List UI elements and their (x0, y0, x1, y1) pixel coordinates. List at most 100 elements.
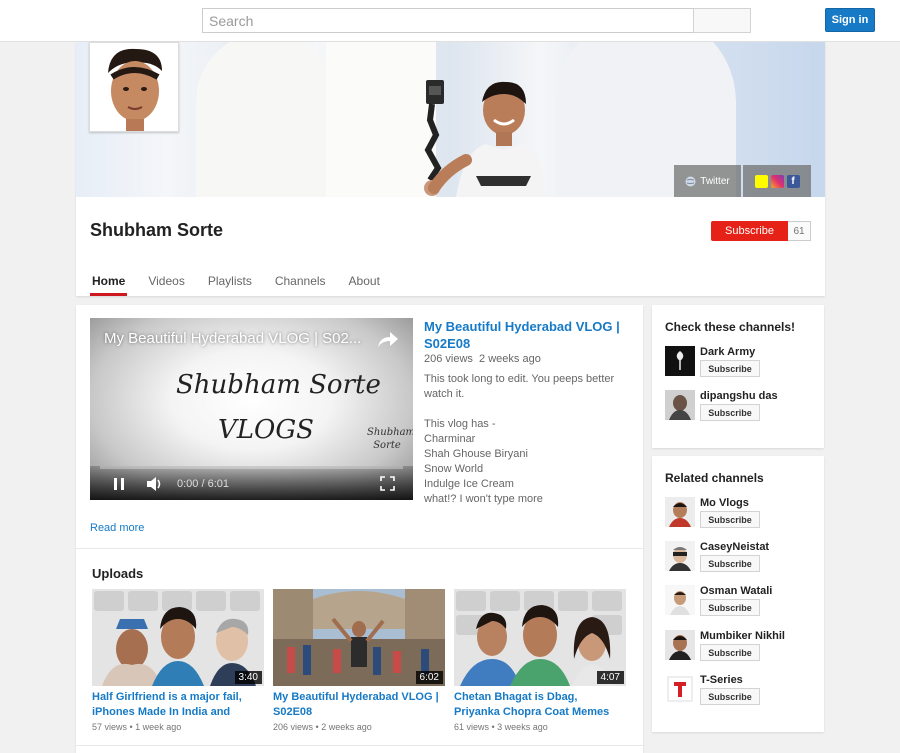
channel-item[interactable]: Dark Army Subscribe (665, 346, 815, 378)
tab-about[interactable]: About (347, 266, 382, 296)
related-channels-card: Related channels Mo Vlogs Subscribe Case… (652, 456, 824, 732)
upload-thumbnail[interactable]: 3:40 (92, 589, 264, 686)
related-channels-heading: Related channels (665, 471, 764, 485)
channel-name[interactable]: Mumbiker Nikhil (700, 630, 785, 642)
player-controls: 0:00 / 6:01 (90, 466, 413, 500)
fullscreen-icon[interactable] (380, 476, 395, 491)
upload-title[interactable]: Chetan Bhagat is Dbag, Priyanka Chopra C… (454, 690, 626, 720)
twitter-link[interactable]: Twitter (674, 165, 741, 197)
snapchat-icon[interactable] (754, 174, 768, 188)
channel-item[interactable]: CaseyNeistat Subscribe (665, 541, 815, 573)
social-links: Twitter f (674, 165, 811, 197)
player-time: 0:00 / 6:01 (177, 478, 229, 490)
featured-video-title[interactable]: My Beautiful Hyderabad VLOG | S02E08 (424, 318, 624, 352)
tab-playlists[interactable]: Playlists (206, 266, 254, 296)
upload-item[interactable]: 3:40 Half Girlfriend is a major fail, iP… (92, 589, 264, 732)
search-button[interactable] (693, 8, 751, 33)
channel-subscribe-button[interactable]: Subscribe (700, 555, 760, 572)
upload-title[interactable]: My Beautiful Hyderabad VLOG | S02E08 (273, 690, 445, 720)
upload-age: 3 weeks ago (497, 722, 548, 732)
banner-person-image (424, 80, 546, 197)
thumbnail-corner-text: Shubham Sorte (367, 427, 413, 451)
thumbnail-text-vlogs: VLOGS (218, 415, 314, 445)
upload-thumbnail[interactable]: 4:07 (454, 589, 626, 686)
video-player[interactable]: My Beautiful Hyderabad VLOG | S02... Shu… (90, 318, 413, 500)
volume-icon[interactable] (146, 476, 164, 492)
upload-meta: 61 views • 3 weeks ago (454, 722, 548, 732)
channel-item[interactable]: dipangshu das Subscribe (665, 390, 815, 422)
upload-meta: 57 views • 1 week ago (92, 722, 182, 732)
upload-age: 2 weeks ago (321, 722, 372, 732)
video-duration: 4:07 (596, 671, 624, 684)
sign-in-button[interactable]: Sign in (825, 8, 875, 32)
channel-thumbnail[interactable] (665, 541, 695, 571)
channel-name[interactable]: dipangshu das (700, 390, 778, 402)
channel-title: Shubham Sorte (90, 220, 224, 240)
upload-item[interactable]: 6:02 My Beautiful Hyderabad VLOG | S02E0… (273, 589, 445, 732)
channel-tabs: Home Videos Playlists Channels About (90, 266, 401, 296)
read-more-link[interactable]: Read more (90, 522, 144, 534)
channel-name[interactable]: CaseyNeistat (700, 541, 769, 553)
uploads-heading[interactable]: Uploads (92, 566, 143, 581)
channel-subscribe-button[interactable]: Subscribe (700, 511, 760, 528)
upload-views: 206 views (273, 722, 314, 732)
channel-thumbnail[interactable] (665, 390, 695, 420)
subscriber-count: 61 (788, 221, 811, 241)
upload-meta: 206 views • 2 weeks ago (273, 722, 372, 732)
upload-item[interactable]: 4:07 Chetan Bhagat is Dbag, Priyanka Cho… (454, 589, 626, 732)
featured-video-meta: 206 views 2 weeks ago (424, 353, 541, 365)
upload-title[interactable]: Half Girlfriend is a major fail, iPhones… (92, 690, 264, 720)
channel-subscribe-button[interactable]: Subscribe (700, 644, 760, 661)
player-title[interactable]: My Beautiful Hyderabad VLOG | S02... (104, 330, 361, 347)
section-divider (76, 548, 643, 549)
main-content: My Beautiful Hyderabad VLOG | S02... Shu… (76, 305, 643, 753)
channel-header: Twitter f Shubham Sorte Subscribe 61 Hom… (76, 42, 825, 296)
channel-item[interactable]: Mo Vlogs Subscribe (665, 497, 815, 529)
channel-banner: Twitter f (76, 42, 825, 197)
channel-subscribe-button[interactable]: Subscribe (700, 404, 760, 421)
channel-avatar[interactable] (89, 42, 179, 132)
featured-channels-heading: Check these channels! (665, 320, 796, 334)
social-icon-group: f (743, 165, 811, 197)
upload-views: 61 views (454, 722, 490, 732)
facebook-icon[interactable]: f (786, 174, 800, 188)
channel-name[interactable]: Mo Vlogs (700, 497, 749, 509)
upload-views: 57 views (92, 722, 128, 732)
masthead: Sign in (0, 0, 900, 42)
channel-thumbnail[interactable] (665, 497, 695, 527)
channel-thumbnail[interactable] (665, 674, 695, 704)
channel-thumbnail[interactable] (665, 346, 695, 376)
twitter-label: Twitter (700, 175, 730, 187)
upload-age: 1 week ago (135, 722, 182, 732)
channel-thumbnail[interactable] (665, 630, 695, 660)
channel-thumbnail[interactable] (665, 585, 695, 615)
video-duration: 6:02 (415, 671, 443, 684)
channel-item[interactable]: Osman Watali Subscribe (665, 585, 815, 617)
search-input[interactable] (202, 8, 693, 33)
share-icon[interactable] (377, 330, 399, 348)
featured-channels-card: Check these channels! Dark Army Subscrib… (652, 305, 824, 448)
channel-subscribe-button[interactable]: Subscribe (700, 599, 760, 616)
channel-name[interactable]: Osman Watali (700, 585, 772, 597)
globe-icon (685, 176, 696, 186)
featured-views: 206 views (424, 353, 473, 365)
progress-bar[interactable] (100, 466, 403, 469)
tab-videos[interactable]: Videos (146, 266, 186, 296)
upload-thumbnail[interactable]: 6:02 (273, 589, 445, 686)
featured-age: 2 weeks ago (479, 353, 541, 365)
channel-subscribe-button[interactable]: Subscribe (700, 360, 760, 377)
featured-video-description: This took long to edit. You peeps better… (424, 373, 615, 505)
video-duration: 3:40 (234, 671, 262, 684)
channel-name[interactable]: T-Series (700, 674, 743, 686)
section-divider (76, 745, 643, 746)
thumbnail-text-name: Shubham Sorte (176, 370, 381, 400)
instagram-icon[interactable] (770, 174, 784, 188)
pause-icon[interactable] (112, 477, 126, 491)
channel-subscribe-button[interactable]: Subscribe (700, 688, 760, 705)
subscribe-button[interactable]: Subscribe (711, 221, 788, 241)
tab-home[interactable]: Home (90, 266, 128, 296)
tab-channels[interactable]: Channels (273, 266, 328, 296)
channel-item[interactable]: T-Series Subscribe (665, 674, 815, 706)
channel-item[interactable]: Mumbiker Nikhil Subscribe (665, 630, 815, 662)
channel-name[interactable]: Dark Army (700, 346, 755, 358)
